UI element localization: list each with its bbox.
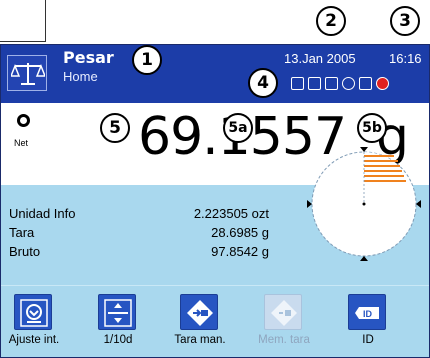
resolution-label: 1/10d xyxy=(103,334,133,346)
function-key-bar: Ajuste int. 1/10d Tara man. Mem. tara ID… xyxy=(1,285,429,357)
stability-indicator-icon xyxy=(17,114,30,127)
info-value: 97.8542 g xyxy=(211,244,269,259)
id-label: ID xyxy=(362,334,374,346)
tare-memory-label: Mem. tara xyxy=(258,334,310,346)
title-bar: Pesar Home 13.Jan 2005 16:16 xyxy=(1,45,429,103)
balance-scale-icon[interactable] xyxy=(7,55,47,91)
application-name: Pesar xyxy=(63,48,114,67)
callout-marker: 5 xyxy=(100,113,130,143)
callout-marker: 1 xyxy=(132,45,162,75)
info-value: 28.6985 g xyxy=(211,225,269,240)
tare-memory-button: Mem. tara xyxy=(257,294,313,354)
calibration-label: Ajuste int. xyxy=(8,334,60,346)
weighing-range-dial-icon xyxy=(307,147,421,261)
svg-text:ID: ID xyxy=(363,309,373,319)
date-display: 13.Jan 2005 xyxy=(284,51,356,66)
corner-box xyxy=(0,0,46,42)
status-icon-row xyxy=(291,77,389,91)
info-label: Bruto xyxy=(9,244,41,259)
callout-marker: 5b xyxy=(357,113,387,143)
calibration-button[interactable]: Ajuste int. xyxy=(7,294,63,354)
info-value: 2.223505 ozt xyxy=(193,206,269,221)
callout-marker: 2 xyxy=(316,6,346,36)
info-label: Unidad Info xyxy=(9,206,76,221)
user-icon xyxy=(342,77,355,90)
security-icon xyxy=(291,77,304,90)
calibration-icon[interactable] xyxy=(14,294,52,330)
resolution-icon[interactable] xyxy=(98,294,136,330)
callout-marker: 4 xyxy=(248,68,278,98)
service-warning-icon xyxy=(376,77,389,90)
sensor-icon xyxy=(325,77,338,90)
resolution-button[interactable]: 1/10d xyxy=(91,294,147,354)
net-label: Net xyxy=(14,138,29,148)
preset-tare-label: Tara man. xyxy=(174,334,226,346)
user-profile: Home xyxy=(63,69,98,84)
info-label: Tara xyxy=(9,225,35,240)
id-button[interactable]: ID ID xyxy=(341,294,397,354)
level-icon xyxy=(308,77,321,90)
callout-marker: 5a xyxy=(223,113,253,143)
tare-memory-icon xyxy=(264,294,302,330)
preset-tare-button[interactable]: Tara man. xyxy=(173,294,229,354)
preset-tare-icon[interactable] xyxy=(180,294,218,330)
balance-screen: Pesar Home 13.Jan 2005 16:16 Net 69.1557… xyxy=(0,44,430,358)
id-tag-icon[interactable]: ID xyxy=(348,294,386,330)
battery-icon xyxy=(359,77,372,90)
time-display: 16:16 xyxy=(389,51,422,66)
callout-marker: 3 xyxy=(390,6,420,36)
